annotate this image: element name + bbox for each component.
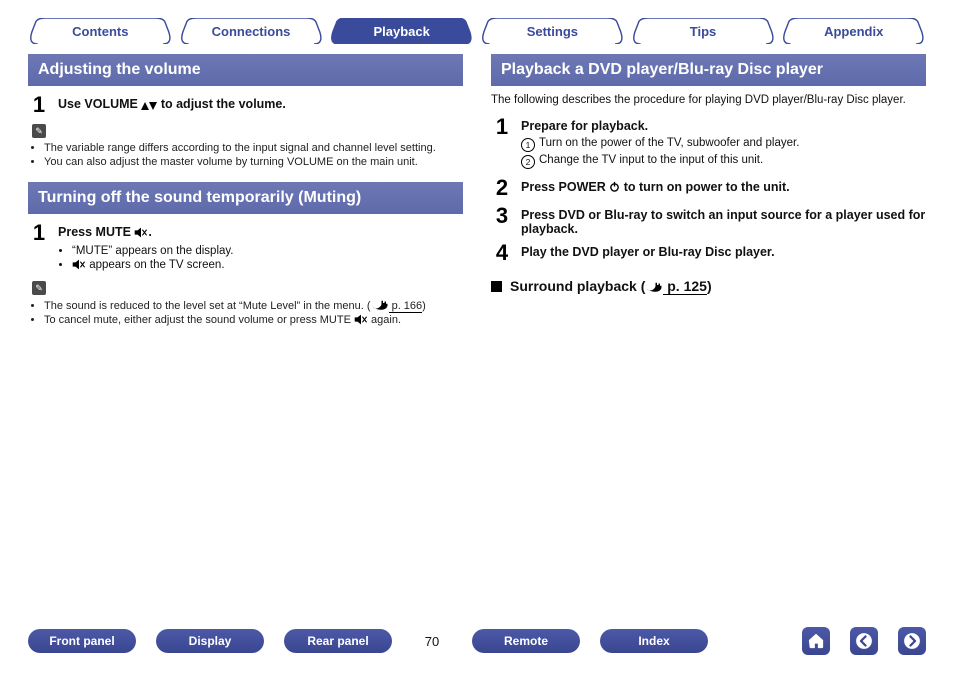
subheading-text: ) (707, 278, 712, 294)
mute-icon (72, 259, 86, 270)
substep-text: Turn on the power of the TV, subwoofer a… (539, 137, 799, 152)
step-mute-1: 1 Press MUTE . “MUTE” appears on the dis… (30, 222, 463, 273)
next-page-button[interactable] (898, 627, 926, 655)
step-dvd-3: 3 Press DVD or Blu-ray to switch an inpu… (493, 205, 926, 236)
step-text: Press POWER (521, 180, 609, 194)
note-item: You can also adjust the master volume by… (44, 156, 463, 168)
bottom-nav: Front panel Display Rear panel 70 Remote… (28, 627, 926, 655)
top-tabs: Contents Connections Playback Settings T… (28, 18, 926, 44)
tab-tips[interactable]: Tips (631, 18, 776, 44)
tab-label: Playback (373, 24, 429, 39)
prev-page-button[interactable] (850, 627, 878, 655)
mute-icon (134, 227, 148, 238)
circled-2-icon: 2 (521, 155, 535, 169)
section-heading-dvd: Playback a DVD player/Blu-ray Disc playe… (491, 54, 926, 86)
step-text: Play the DVD player or Blu-ray Disc play… (521, 242, 926, 264)
nav-remote-button[interactable]: Remote (472, 629, 580, 653)
step-dvd-4: 4 Play the DVD player or Blu-ray Disc pl… (493, 242, 926, 264)
nav-display-button[interactable]: Display (156, 629, 264, 653)
nav-rear-panel-button[interactable]: Rear panel (284, 629, 392, 653)
nav-front-panel-button[interactable]: Front panel (28, 629, 136, 653)
power-icon (609, 180, 620, 194)
note-item: The sound is reduced to the level set at… (44, 299, 463, 312)
step-text: to adjust the volume. (157, 97, 286, 111)
page-link[interactable]: p. 125 (663, 278, 707, 295)
tab-playback[interactable]: Playback (329, 18, 474, 44)
bullet-item: appears on the TV screen. (72, 259, 463, 271)
nav-index-button[interactable]: Index (600, 629, 708, 653)
step-text: . (148, 225, 151, 239)
note-item: The variable range differs according to … (44, 142, 463, 154)
mute-icon (354, 314, 368, 325)
subheading-text: Surround playback ( (510, 278, 645, 294)
note-icon: ✎ (32, 281, 46, 295)
bullet-item: “MUTE” appears on the display. (72, 245, 463, 257)
intro-text: The following describes the procedure fo… (491, 94, 926, 106)
step-text: Press DVD or Blu-ray to switch an input … (521, 205, 926, 236)
step-number: 1 (30, 222, 48, 273)
substep-text: Change the TV input to the input of this… (539, 154, 763, 169)
tab-label: Settings (527, 24, 578, 39)
notes-list: The variable range differs according to … (32, 142, 463, 168)
step-text: to turn on power to the unit. (620, 180, 789, 194)
step-number: 2 (493, 177, 511, 199)
step-number: 3 (493, 205, 511, 236)
tab-settings[interactable]: Settings (480, 18, 625, 44)
step-text: Press MUTE (58, 225, 134, 239)
right-column: Playback a DVD player/Blu-ray Disc playe… (491, 54, 926, 340)
page-number: 70 (412, 634, 452, 649)
step-number: 4 (493, 242, 511, 264)
note-icon: ✎ (32, 124, 46, 138)
volume-up-icon (141, 99, 149, 113)
tab-label: Contents (72, 24, 128, 39)
subheading-surround: Surround playback ( p. 125) (491, 278, 926, 294)
tab-contents[interactable]: Contents (28, 18, 173, 44)
step-dvd-1: 1 Prepare for playback. 1 Turn on the pow… (493, 116, 926, 171)
pointer-icon (371, 300, 389, 312)
tab-label: Appendix (824, 24, 883, 39)
step-number: 1 (30, 94, 48, 116)
section-heading-volume: Adjusting the volume (28, 54, 463, 86)
square-bullet-icon (491, 281, 502, 292)
step-dvd-2: 2 Press POWER to turn on power to the un… (493, 177, 926, 199)
left-column: Adjusting the volume 1 Use VOLUME to adj… (28, 54, 463, 340)
note-item: To cancel mute, either adjust the sound … (44, 314, 463, 326)
circled-1-icon: 1 (521, 138, 535, 152)
step-volume-1: 1 Use VOLUME to adjust the volume. (30, 94, 463, 116)
step-text: Use VOLUME (58, 97, 141, 111)
tab-label: Tips (690, 24, 717, 39)
page-link[interactable]: p. 166 (389, 300, 423, 313)
tab-appendix[interactable]: Appendix (781, 18, 926, 44)
home-button[interactable] (802, 627, 830, 655)
tab-connections[interactable]: Connections (179, 18, 324, 44)
section-heading-muting: Turning off the sound temporarily (Mutin… (28, 182, 463, 214)
pointer-icon (645, 278, 663, 294)
step-number: 1 (493, 116, 511, 171)
notes-list: The sound is reduced to the level set at… (32, 299, 463, 326)
step-text: Prepare for playback. (521, 119, 648, 133)
tab-label: Connections (212, 24, 291, 39)
